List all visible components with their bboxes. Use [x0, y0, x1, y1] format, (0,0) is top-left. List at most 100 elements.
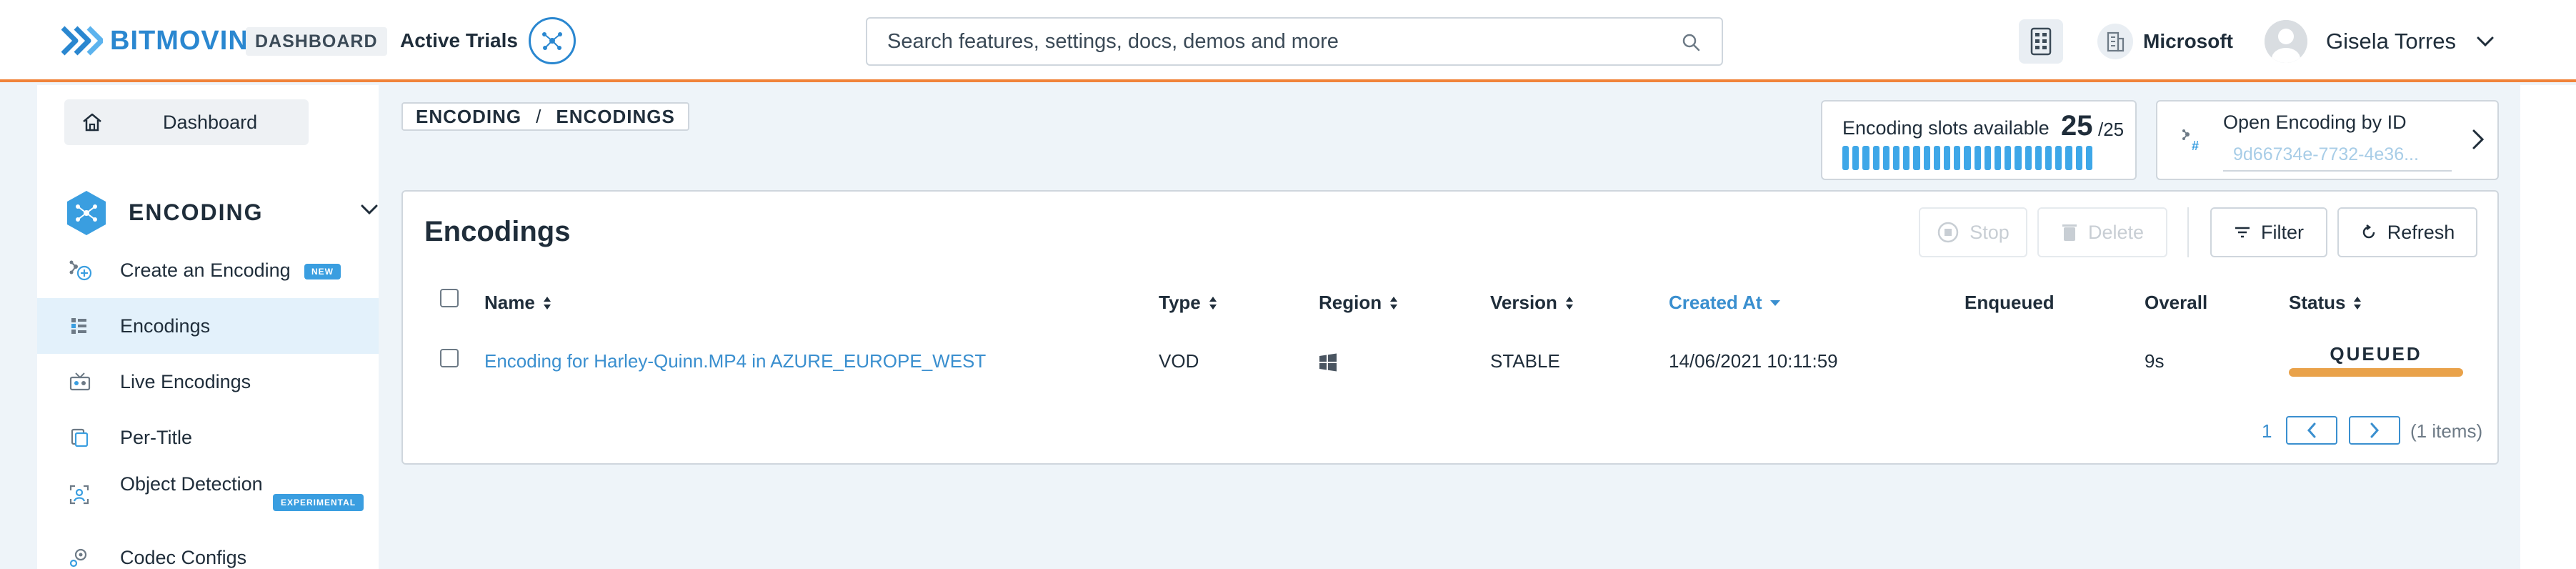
slot-segment [2015, 146, 2022, 170]
encoding-name-link[interactable]: Encoding for Harley-Quinn.MP4 in AZURE_E… [484, 350, 986, 372]
row-checkbox[interactable] [440, 349, 459, 367]
slot-segment [2055, 146, 2062, 170]
breadcrumb-encodings: ENCODINGS [556, 105, 675, 127]
sidebar-item-object-detection[interactable]: Object Detection EXPERIMENTAL [37, 465, 379, 521]
status-text: QUEUED [2330, 343, 2422, 365]
search-icon[interactable] [1682, 33, 1700, 51]
sidebar-item-live-encodings[interactable]: Live Encodings [37, 354, 379, 410]
active-trials-link[interactable]: Active Trials [400, 29, 518, 52]
page-title: Encodings [424, 216, 571, 247]
stop-button[interactable]: Stop [1919, 207, 2027, 257]
search-input[interactable] [867, 19, 1653, 64]
chevron-left-icon [2307, 422, 2316, 438]
avatar [2265, 20, 2307, 63]
column-header-label: Region [1319, 292, 1382, 313]
app-grid-icon [2030, 27, 2052, 56]
open-encoding-card: # Open Encoding by ID [2156, 100, 2499, 180]
encoding-type: VOD [1159, 350, 1199, 372]
slot-segment [2075, 146, 2082, 170]
encodings-list-icon [71, 318, 86, 334]
breadcrumb-encoding[interactable]: ENCODING [416, 106, 521, 128]
chevron-right-icon[interactable] [2472, 129, 2485, 150]
chevron-down-icon [2477, 36, 2494, 47]
per-title-icon [71, 428, 89, 447]
svg-text:#: # [2192, 139, 2199, 153]
app-switcher-button[interactable] [2019, 19, 2063, 64]
slot-segment [1944, 146, 1951, 170]
column-header-label: Name [484, 292, 535, 313]
refresh-button[interactable]: Refresh [2337, 207, 2477, 257]
organization-selector[interactable]: Microsoft [2097, 24, 2233, 59]
column-header-created-at[interactable]: Created At [1669, 292, 1781, 314]
live-encodings-icon [69, 372, 91, 391]
sort-icon [1564, 295, 1574, 312]
pagination-prev-button[interactable] [2286, 416, 2337, 445]
stop-icon [1937, 221, 1960, 244]
column-header-status[interactable]: Status [2289, 292, 2362, 314]
sidebar-item-label: Dashboard [163, 111, 258, 133]
sidebar-section-title: ENCODING [129, 199, 264, 225]
encoding-id-input[interactable] [2223, 139, 2452, 172]
chevron-right-icon [2370, 422, 2380, 438]
column-header-label: Version [1490, 292, 1557, 313]
top-header: BITMOVIN DASHBOARD Active Trials Search … [0, 0, 2576, 82]
column-header-name[interactable]: Name [484, 292, 552, 314]
sort-icon [2352, 295, 2362, 312]
column-header-type[interactable]: Type [1159, 292, 1218, 314]
brand-name: BITMOVIN [110, 25, 249, 56]
slot-segment [2005, 146, 2012, 170]
slot-segment [1923, 146, 1930, 170]
column-header-version[interactable]: Version [1490, 292, 1574, 314]
encoding-created-at: 14/06/2021 10:11:59 [1669, 350, 1838, 372]
select-all-checkbox[interactable] [440, 289, 459, 307]
global-search [866, 17, 1723, 66]
sidebar-item-dashboard[interactable]: Dashboard [64, 99, 309, 145]
bitmovin-chevrons-icon [61, 26, 103, 56]
column-header-overall: Overall [2145, 292, 2207, 314]
column-header-label: Overall [2145, 292, 2208, 313]
organization-name: Microsoft [2143, 30, 2233, 52]
sidebar-item-per-title[interactable]: Per-Title [37, 410, 379, 465]
building-icon [2097, 24, 2133, 59]
object-detection-icon [69, 485, 89, 505]
sidebar: Dashboard ENCODING Create an Encoding NE… [37, 85, 379, 569]
filter-button-label: Filter [2261, 221, 2304, 243]
encoding-slots-card: Encoding slots available 25 /25 [1821, 100, 2137, 180]
pagination-item-count: (1 items) [2410, 420, 2483, 442]
slot-segment [1984, 146, 1992, 170]
delete-button[interactable]: Delete [2037, 207, 2167, 257]
slot-segment [1954, 146, 1961, 170]
slot-segment [1974, 146, 1981, 170]
column-header-label: Type [1159, 292, 1201, 313]
refresh-button-label: Refresh [2387, 221, 2455, 243]
column-header-label: Enqueued [1965, 292, 2055, 313]
sort-icon [542, 295, 552, 312]
status-progress-bar [2289, 368, 2463, 377]
slot-segment [1913, 146, 1920, 170]
sort-descending-icon [1769, 299, 1781, 307]
new-badge: NEW [304, 264, 341, 279]
column-header-label: Status [2289, 292, 2346, 313]
sidebar-item-encodings[interactable]: Encodings [37, 298, 379, 354]
slot-segment [1882, 146, 1890, 170]
column-header-region[interactable]: Region [1319, 292, 1399, 314]
pagination-next-button[interactable] [2349, 416, 2400, 445]
slots-available-count: 25 [2061, 110, 2093, 142]
bitmovin-logo[interactable]: BITMOVIN [61, 23, 249, 59]
encoding-version: STABLE [1490, 350, 1560, 372]
sidebar-item-create-encoding[interactable]: Create an Encoding NEW [37, 242, 379, 298]
sidebar-item-label: Create an Encoding [120, 259, 291, 281]
sidebar-section-encoding[interactable]: ENCODING [64, 187, 378, 237]
slot-segment [1995, 146, 2002, 170]
column-header-enqueued: Enqueued [1965, 292, 2055, 314]
sidebar-item-codec-configs[interactable]: Codec Configs [37, 530, 379, 569]
pagination-current-page[interactable]: 1 [2262, 420, 2272, 442]
slots-total: /25 [2098, 119, 2125, 140]
sidebar-item-label: Live Encodings [120, 371, 251, 392]
filter-button[interactable]: Filter [2210, 207, 2327, 257]
active-trials-icon[interactable] [529, 17, 576, 64]
sidebar-item-label: Per-Title [120, 427, 193, 448]
chevron-down-icon[interactable] [360, 204, 379, 215]
experimental-badge: EXPERIMENTAL [273, 494, 364, 511]
user-menu[interactable]: Gisela Torres [2265, 20, 2495, 63]
